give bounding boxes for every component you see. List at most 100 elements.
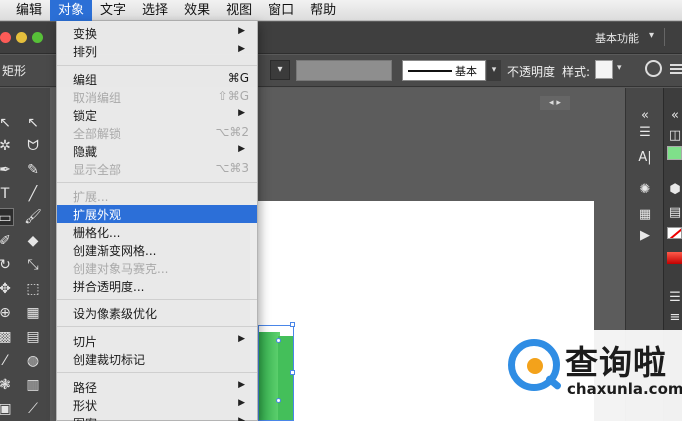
menu-item-label: 创建裁切标记 <box>73 353 146 367</box>
menu-item-label: 取消编组 <box>73 91 122 105</box>
menu-item-make-pixel-perfect[interactable]: 设为像素级优化 <box>57 304 257 322</box>
menu-item-lock[interactable]: 锁定 ▶ <box>57 106 257 124</box>
window-close-button[interactable] <box>0 32 11 43</box>
stroke-style-select[interactable]: 基本 <box>402 60 486 81</box>
menu-item-path[interactable]: 路径 ▶ <box>57 378 257 396</box>
menu-separator <box>57 372 257 373</box>
magic-wand-tool-icon[interactable]: ✲ <box>0 137 14 155</box>
document-tab-scroller[interactable]: ◂ ▸ <box>540 96 570 110</box>
fill-dropdown-button[interactable]: ▾ <box>270 60 290 80</box>
rectangle-tool-icon[interactable]: ▭ <box>0 208 14 226</box>
hamburger-menu-icon[interactable] <box>670 64 682 76</box>
window-zoom-button[interactable] <box>32 32 43 43</box>
menu-item-pattern[interactable]: 图案 ▶ <box>57 414 257 421</box>
menu-item-shortcut: ⌥⌘2 <box>215 125 249 139</box>
free-transform-tool-icon[interactable]: ⬚ <box>24 280 42 298</box>
blend-tool-icon[interactable]: ◍ <box>24 352 42 370</box>
shape-builder-tool-icon[interactable]: ⊕ <box>0 304 14 322</box>
resize-handle[interactable] <box>290 370 295 375</box>
scale-tool-icon[interactable]: ⤡ <box>24 256 42 274</box>
symbol-sprayer-tool-icon[interactable]: ❃ <box>0 376 14 394</box>
stroke-panel-icon[interactable]: ≡ <box>667 310 682 326</box>
menu-item-unlock-all[interactable]: 全部解锁 ⌥⌘2 <box>57 124 257 142</box>
menu-bar: 编辑 对象 文字 选择 效果 视图 窗口 帮助 <box>0 0 682 21</box>
menu-item-expand-appearance[interactable]: 扩展外观 <box>57 205 257 223</box>
puppet-warp-tool-icon[interactable]: ✥ <box>0 280 14 298</box>
menu-item-hide[interactable]: 隐藏 ▶ <box>57 142 257 160</box>
menu-item-label: 排列 <box>73 45 98 59</box>
menu-item-expand[interactable]: 扩展... <box>57 187 257 205</box>
submenu-arrow-icon: ▶ <box>238 144 245 154</box>
type-tool-icon[interactable]: T <box>0 185 14 203</box>
slice-tool-icon[interactable]: ⟋ <box>24 400 42 418</box>
chevron-down-icon[interactable]: ▾ <box>649 30 654 41</box>
chevron-down-icon[interactable]: ▾ <box>487 60 501 81</box>
column-graph-tool-icon[interactable]: ▥ <box>24 376 42 394</box>
menu-item-ungroup[interactable]: 取消编组 ⇧⌘G <box>57 88 257 106</box>
recolor-artwork-icon[interactable] <box>645 60 662 77</box>
direct-selection-tool-icon[interactable]: ↖ <box>24 114 42 132</box>
menu-separator <box>57 299 257 300</box>
menu-item-group[interactable]: 编组 ⌘G <box>57 70 257 88</box>
menu-item-shape[interactable]: 形状 ▶ <box>57 396 257 414</box>
swatches-icon[interactable]: ▤ <box>667 205 682 221</box>
menu-item-create-object-mosaic[interactable]: 创建对象马赛克... <box>57 259 257 277</box>
menu-item-rasterize[interactable]: 栅格化... <box>57 223 257 241</box>
collapse-arrows-icon[interactable]: « <box>667 108 682 124</box>
selection-tool-icon[interactable]: ↖ <box>0 114 14 132</box>
panel-tab-icon[interactable]: ◫ <box>667 128 682 144</box>
opacity-label[interactable]: 不透明度 <box>507 63 555 80</box>
watermark-domain: chaxunla.com <box>567 380 682 398</box>
menu-select[interactable]: 选择 <box>134 0 176 21</box>
curvature-tool-icon[interactable]: ✎ <box>24 161 42 179</box>
appearance-panel-icon[interactable]: ✺ <box>637 182 653 198</box>
transform-anchor-point[interactable] <box>276 338 281 343</box>
menu-type[interactable]: 文字 <box>92 0 134 21</box>
menu-item-label: 锁定 <box>73 109 98 123</box>
eraser-tool-icon[interactable]: ◆ <box>24 232 42 250</box>
resize-handle[interactable] <box>290 322 295 327</box>
menu-help[interactable]: 帮助 <box>302 0 344 21</box>
window-minimize-button[interactable] <box>16 32 27 43</box>
paintbrush-tool-icon[interactable]: 🖌 <box>24 208 42 226</box>
perspective-grid-tool-icon[interactable]: ▦ <box>24 304 42 322</box>
menu-item-flatten-transparency[interactable]: 拼合透明度... <box>57 277 257 295</box>
menu-item-create-gradient-mesh[interactable]: 创建渐变网格... <box>57 241 257 259</box>
menu-edit[interactable]: 编辑 <box>8 0 50 21</box>
rotate-tool-icon[interactable]: ↻ <box>0 256 14 274</box>
pen-tool-icon[interactable]: ✒ <box>0 161 14 179</box>
layers-panel-icon[interactable]: ▦ <box>637 207 653 223</box>
character-panel-icon[interactable]: A| <box>637 150 653 166</box>
chevron-down-icon[interactable]: ▾ <box>617 63 622 73</box>
menu-item-create-trim-marks[interactable]: 创建裁切标记 <box>57 350 257 368</box>
properties-panel-icon[interactable]: ☰ <box>637 125 653 141</box>
panel-tab-icon[interactable]: ☰ <box>667 290 682 306</box>
lasso-tool-icon[interactable]: ᗢ <box>24 137 42 155</box>
menu-object[interactable]: 对象 <box>50 0 93 21</box>
none-color-swatch[interactable] <box>667 227 682 239</box>
menu-item-transform[interactable]: 变换 ▶ <box>57 24 257 42</box>
eyedropper-tool-icon[interactable]: ⁄ <box>0 352 14 370</box>
artboard-tool-icon[interactable]: ▣ <box>0 400 14 418</box>
gradient-tool-icon[interactable]: ▤ <box>24 328 42 346</box>
transform-anchor-point[interactable] <box>276 398 281 403</box>
mesh-tool-icon[interactable]: ▩ <box>0 328 14 346</box>
collapse-arrows-icon[interactable]: « <box>637 108 653 124</box>
actions-panel-icon[interactable]: ▶ <box>637 228 653 244</box>
workspace-switcher[interactable]: 基本功能 <box>595 30 639 46</box>
menu-window[interactable]: 窗口 <box>260 0 302 21</box>
color-guide-icon[interactable]: ⬢ <box>667 182 682 198</box>
menu-item-show-all[interactable]: 显示全部 ⌥⌘3 <box>57 160 257 178</box>
fill-color-swatch[interactable] <box>667 146 682 160</box>
menu-item-arrange[interactable]: 排列 ▶ <box>57 42 257 60</box>
menu-item-label: 图案 <box>73 415 97 421</box>
gradient-swatch[interactable] <box>667 252 682 264</box>
shaper-tool-icon[interactable]: ✐ <box>0 232 14 250</box>
graphic-style-swatch[interactable] <box>595 60 613 79</box>
menu-separator <box>57 326 257 327</box>
menu-effect[interactable]: 效果 <box>176 0 218 21</box>
menu-view[interactable]: 视图 <box>218 0 260 21</box>
menu-item-slice[interactable]: 切片 ▶ <box>57 332 257 350</box>
stroke-weight-field[interactable] <box>296 60 392 81</box>
line-segment-tool-icon[interactable]: ╱ <box>24 185 42 203</box>
